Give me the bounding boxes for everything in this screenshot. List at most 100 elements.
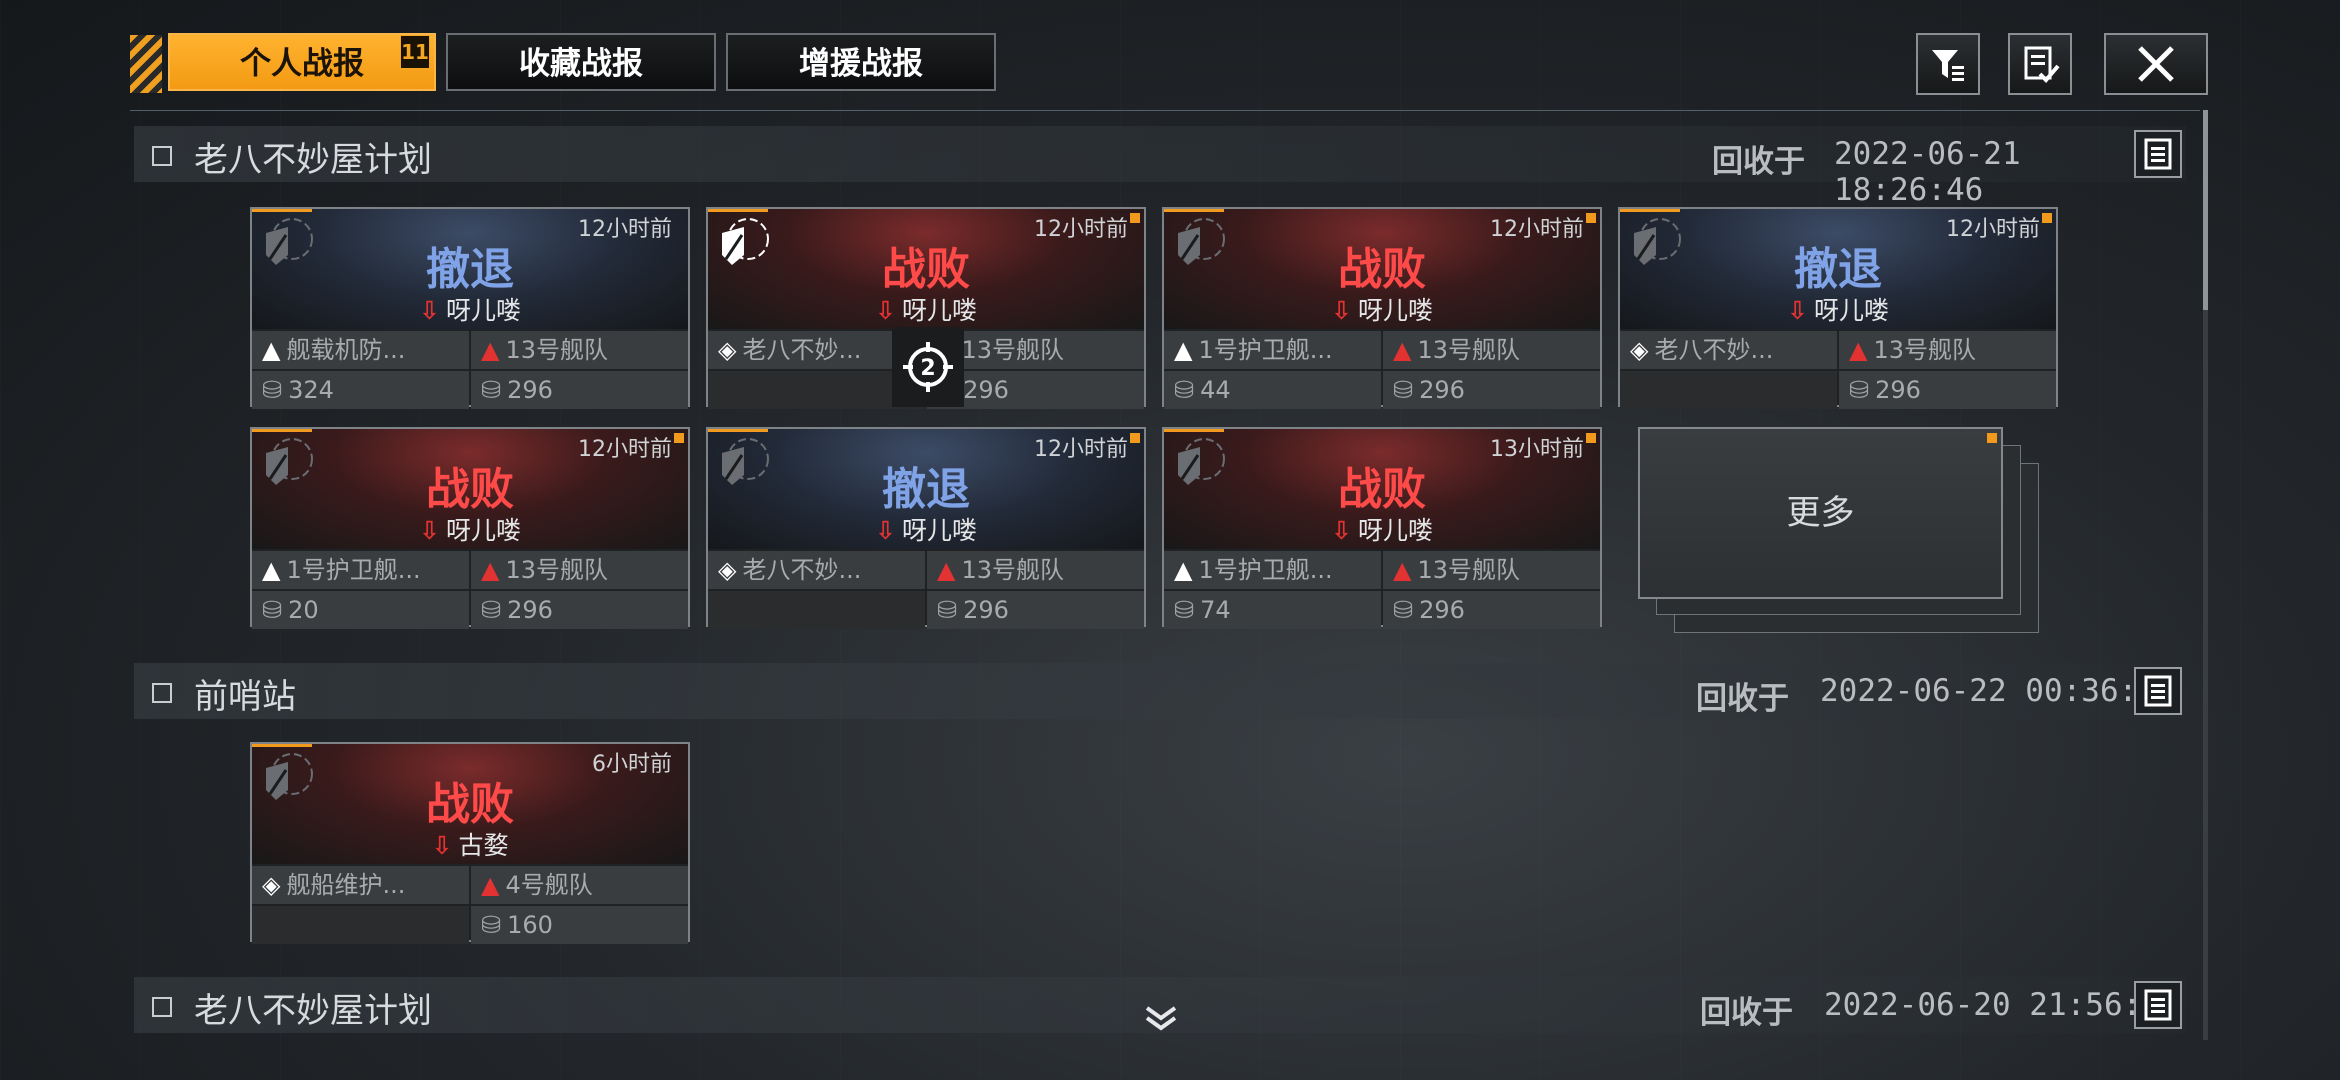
opponent-line: ⇩ 呀儿喽 [708, 291, 1144, 327]
opponent-name: 呀儿喽 [1357, 296, 1433, 325]
battle-result: 撤退 [1794, 244, 1882, 295]
tab-favorite-report[interactable]: 收藏战报 [446, 33, 716, 91]
enemy-fleet-name: 4号舰队 [505, 871, 593, 899]
card-accent [1164, 429, 1224, 432]
battle-report-card[interactable]: 12小时前 战败 ⇩ 呀儿喽 ▲ 1号护卫舰... ▲ 13号舰队 ⛁ 20 ⛁ 296 [250, 427, 690, 629]
document-icon [2144, 675, 2172, 707]
enemy-fleet: ▲13号舰队 [1383, 551, 1600, 589]
battle-report-card[interactable]: 12小时前 撤退 ⇩ 呀儿喽 ◈ 老八不妙... ▲ 13号舰队 ⛁ 296 [1618, 207, 2058, 409]
ally-value-text: 20 [288, 596, 319, 624]
recycle-time: 2022-06-22 00:36:46 [1820, 673, 2175, 709]
value-row: ⛁296 [1620, 371, 2056, 409]
ally-value-text: 324 [288, 376, 334, 404]
opponent-line: ⇩ 呀儿喽 [1164, 291, 1600, 327]
card-accent [252, 429, 312, 432]
card-accent [708, 209, 768, 212]
ally-fleet-name: 老八不妙... [742, 336, 862, 364]
more-label: 更多 [1786, 493, 1855, 533]
enemy-fleet: ▲13号舰队 [927, 551, 1144, 589]
ally-fleet-name: 1号护卫舰... [286, 556, 421, 584]
resource-icon: ⛁ [1849, 376, 1870, 404]
tab-label: 增援战报 [799, 46, 923, 82]
defeat-arrow-icon: ⇩ [875, 296, 896, 325]
value-row: ⛁ 20 ⛁ 296 [252, 591, 688, 629]
checklist-icon [2024, 46, 2060, 83]
defeat-arrow-icon: ⇩ [1331, 516, 1352, 545]
battle-result: 撤退 [882, 464, 970, 515]
batch-select-button[interactable] [2008, 33, 2072, 95]
defeat-arrow-icon: ⇩ [431, 831, 453, 860]
scroll-thumb[interactable] [2203, 110, 2208, 310]
enemy-value-text: 296 [1419, 376, 1465, 404]
ship-class-icon: ▲ [1174, 336, 1193, 364]
resource-icon: ⛁ [481, 596, 502, 624]
chevron-down-icon[interactable] [1143, 1004, 1179, 1034]
new-marker [2042, 213, 2052, 223]
ally-fleet: ▲ 1号护卫舰... [1164, 551, 1381, 589]
close-icon [2138, 46, 2174, 82]
defeat-arrow-icon: ⇩ [875, 516, 896, 545]
new-marker [674, 433, 684, 443]
ally-value [708, 591, 925, 629]
battle-report-card[interactable]: 12小时前 战败 ⇩呀儿喽 ◈老八不妙... ▲13号舰队 ⛁296 2 [706, 207, 1146, 409]
section-checkbox[interactable] [152, 146, 172, 166]
section-log-button[interactable] [2134, 667, 2182, 715]
opponent-line: ⇩ 呀儿喽 [252, 291, 688, 327]
ally-fleet: ▲ 舰载机防... [252, 331, 469, 369]
battle-report-card[interactable]: 12小时前 撤退 ⇩ 呀儿喽 ◈ 老八不妙... ▲ 13号舰队 ⛁ 296 [706, 427, 1146, 629]
enemy-fleet-name: 13号舰队 [505, 556, 609, 584]
battle-report-card[interactable]: 12小时前 撤退 ⇩ 呀儿喽 ▲ 舰载机防... ▲ 13号舰队 ⛁ 324 ⛁ 296 [250, 207, 690, 409]
filter-button[interactable] [1916, 33, 1980, 95]
battle-report-card[interactable]: 12小时前 战败 ⇩ 呀儿喽 ▲ 1号护卫舰... ▲ 13号舰队 ⛁ 44 ⛁ 296 [1162, 207, 1602, 409]
value-row: ⛁ 324 ⛁ 296 [252, 371, 688, 409]
more-card[interactable]: 更多 [1638, 427, 2003, 599]
ally-value [1620, 371, 1837, 409]
section-log-button[interactable] [2134, 981, 2182, 1029]
enemy-fleet-name: 13号舰队 [961, 336, 1065, 364]
section-title: 老八不妙屋计划 [194, 140, 432, 180]
opponent-name: 呀儿喽 [901, 516, 977, 545]
section-log-button[interactable] [2134, 130, 2182, 178]
battle-report-card[interactable]: 6小时前 战败 ⇩ 古婺 ◈ 舰船维护... ▲ 4号舰队 ⛁ 160 [250, 742, 690, 944]
enemy-value: ⛁296 [1839, 371, 2056, 409]
new-marker [1130, 433, 1140, 443]
new-marker [1987, 433, 1997, 443]
opponent-name: 呀儿喽 [1357, 516, 1433, 545]
ally-value: ⛁ 74 [1164, 591, 1381, 629]
resource-icon: ⛁ [937, 596, 958, 624]
recycle-time: 2022-06-20 21:56:08 [1824, 987, 2179, 1023]
ally-fleet: ▲ 1号护卫舰... [1164, 331, 1381, 369]
value-row: ⛁ 44 ⛁ 296 [1164, 371, 1600, 409]
enemy-fleet-name: 13号舰队 [961, 556, 1065, 584]
ally-fleet-name: 舰船维护... [286, 871, 406, 899]
ally-fleet: ◈ 老八不妙... [708, 551, 925, 589]
recycle-label: 回收于 [1700, 995, 1793, 1031]
document-icon [2144, 989, 2172, 1021]
battle-result: 撤退 [426, 244, 514, 295]
fleet-row: ▲ 1号护卫舰... ▲ 13号舰队 [1164, 331, 1600, 369]
resource-icon: ⛁ [1393, 596, 1414, 624]
tab-label: 收藏战报 [519, 46, 643, 82]
section-checkbox[interactable] [152, 997, 172, 1017]
reinforce-target-icon: 2 [903, 342, 953, 392]
section-checkbox[interactable] [152, 683, 172, 703]
new-marker [1130, 213, 1140, 223]
card-accent [708, 429, 768, 432]
enemy-class-icon: ▲ [1849, 336, 1868, 364]
tab-personal-report[interactable]: 个人战报 11 [168, 33, 436, 91]
enemy-class-icon: ▲ [1393, 556, 1412, 584]
opponent-line: ⇩ 呀儿喽 [1164, 511, 1600, 547]
ally-value: ⛁ 44 [1164, 371, 1381, 409]
close-button[interactable] [2104, 33, 2208, 95]
enemy-value: ⛁ 160 [471, 906, 688, 944]
ally-fleet: ◈ 老八不妙... [1620, 331, 1837, 369]
scrollbar[interactable] [2203, 110, 2208, 1040]
opponent-name: 呀儿喽 [445, 296, 521, 325]
ally-value-text: 44 [1200, 376, 1231, 404]
more-button[interactable]: 更多 [1638, 427, 2048, 637]
defeat-arrow-icon: ⇩ [1787, 296, 1808, 325]
enemy-value-text: 296 [963, 596, 1009, 624]
battle-report-card[interactable]: 13小时前 战败 ⇩ 呀儿喽 ▲ 1号护卫舰... ▲ 13号舰队 ⛁ 74 ⛁ 296 [1162, 427, 1602, 629]
tab-reinforce-report[interactable]: 增援战报 [726, 33, 996, 91]
filter-icon [1932, 50, 1964, 81]
